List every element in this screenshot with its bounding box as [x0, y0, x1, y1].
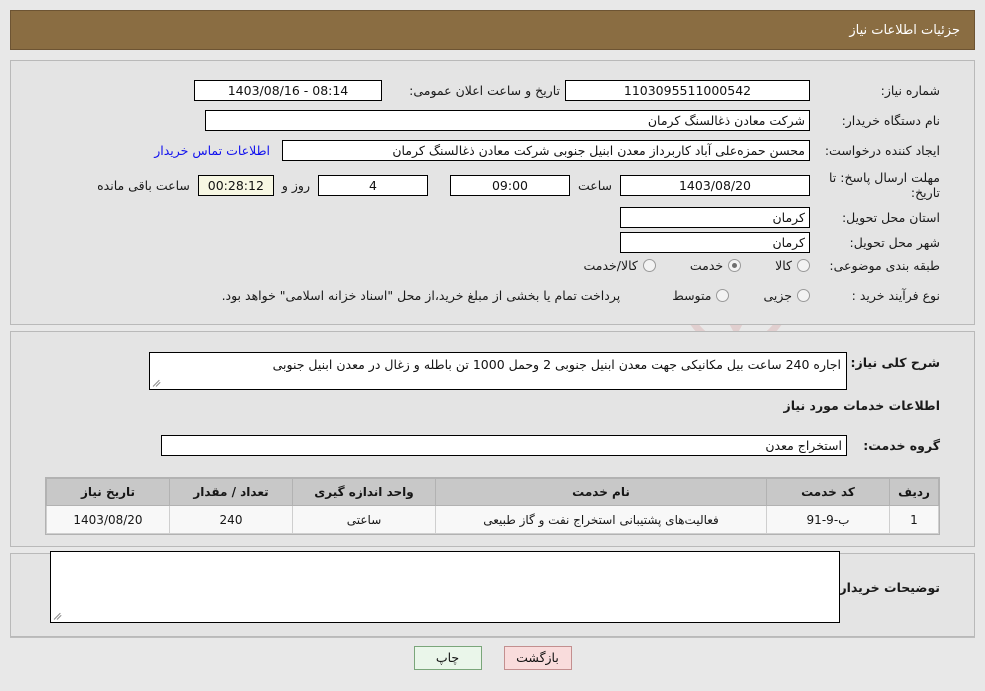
process-option-label: متوسط — [672, 288, 712, 303]
process-option-motavaset[interactable]: متوسط — [672, 288, 730, 303]
cell-need-date: 1403/08/20 — [46, 505, 170, 534]
deadline-label: مهلت ارسال پاسخ: تا تاریخ: — [829, 170, 940, 200]
buyer-org-row: نام دستگاه خریدار: شرکت معادن ذغالسنگ کر… — [205, 110, 940, 131]
process-radio-group: جزیی متوسط — [638, 288, 810, 303]
buyer-notes-row: توضیحات خریدار: — [50, 551, 940, 623]
action-buttons: بازگشت چاپ — [0, 646, 985, 670]
services-table-wrapper: ردیف کد خدمت نام خدمت واحد اندازه گیری ت… — [45, 477, 940, 535]
buyer-org-value: شرکت معادن ذغالسنگ کرمان — [205, 110, 810, 131]
service-group-row: گروه خدمت: استخراج معدن — [161, 435, 940, 456]
creator-value: محسن حمزه‌علی آباد کاربرداز معدن ابنیل ج… — [282, 140, 810, 161]
print-button[interactable]: چاپ — [413, 646, 482, 670]
col-code: کد خدمت — [766, 478, 890, 506]
process-option-jozii[interactable]: جزیی — [763, 288, 810, 303]
process-row: نوع فرآیند خرید : جزیی متوسط پرداخت تمام… — [222, 288, 940, 303]
table-row[interactable]: 1 ب-9-91 فعالیت‌های پشتیبانی استخراج نفت… — [46, 505, 939, 534]
province-label: استان محل تحویل: — [841, 210, 940, 225]
countdown-label: ساعت باقی مانده — [97, 177, 190, 193]
category-option-kala-khedmat[interactable]: کالا/خدمت — [583, 258, 656, 273]
need-number-row: شماره نیاز: 1103095511000542 — [565, 80, 940, 101]
resize-grip-icon — [53, 611, 63, 621]
col-name: نام خدمت — [435, 478, 767, 506]
buyer-notes-label: توضیحات خریدار: — [834, 579, 940, 595]
countdown-value: 00:28:12 — [197, 174, 274, 196]
hour-label: ساعت — [577, 177, 612, 193]
cell-name: فعالیت‌های پشتیبانی استخراج نفت و گاز طب… — [435, 505, 767, 534]
col-index: ردیف — [889, 478, 939, 506]
category-option-label: خدمت — [689, 258, 724, 273]
radio-icon-selected — [728, 259, 742, 272]
cell-index: 1 — [889, 505, 939, 534]
province-row: استان محل تحویل: کرمان — [620, 207, 940, 228]
days-remaining-value: 4 — [317, 174, 428, 196]
creator-label: ایجاد کننده درخواست: — [824, 143, 940, 158]
category-label: طبقه بندی موضوعی: — [829, 258, 940, 273]
page-header: جزئیات اطلاعات نیاز — [10, 10, 975, 50]
service-group-label: گروه خدمت: — [863, 438, 940, 453]
process-option-label: جزیی — [763, 288, 792, 303]
radio-icon — [642, 259, 656, 272]
back-button[interactable]: بازگشت — [503, 646, 572, 670]
buyer-notes-textarea[interactable] — [50, 551, 840, 623]
payment-note: پرداخت تمام یا بخشی از مبلغ خرید،از محل … — [221, 288, 621, 303]
description-label: شرح کلی نیاز: — [850, 355, 940, 370]
announce-label: تاریخ و ساعت اعلان عمومی: — [409, 83, 560, 98]
cell-unit: ساعتی — [292, 505, 436, 534]
announce-row: تاریخ و ساعت اعلان عمومی: 1403/08/16 - 0… — [194, 80, 560, 101]
announce-value: 1403/08/16 - 08:14 — [194, 80, 382, 101]
buyer-org-label: نام دستگاه خریدار: — [841, 113, 940, 128]
table-header-row: ردیف کد خدمت نام خدمت واحد اندازه گیری ت… — [46, 478, 939, 506]
city-row: شهر محل تحویل: کرمان — [620, 232, 940, 253]
service-group-value: استخراج معدن — [161, 435, 847, 456]
city-value: کرمان — [620, 232, 810, 253]
cell-code: ب-9-91 — [766, 505, 890, 534]
category-option-khedmat[interactable]: خدمت — [689, 258, 742, 273]
services-section-title: اطلاعات خدمات مورد نیاز — [783, 398, 941, 413]
category-option-kala[interactable]: کالا — [775, 258, 810, 273]
category-radio-group: کالا خدمت کالا/خدمت — [549, 258, 810, 273]
radio-icon — [797, 289, 810, 302]
deadline-hour-value: 09:00 — [449, 174, 570, 196]
footer-divider — [10, 637, 975, 638]
cell-quantity: 240 — [169, 505, 293, 534]
radio-icon — [716, 289, 730, 302]
category-option-label: کالا — [775, 258, 792, 273]
col-date: تاریخ نیاز — [46, 478, 170, 506]
col-qty: تعداد / مقدار — [169, 478, 293, 506]
need-number-label: شماره نیاز: — [880, 83, 940, 98]
process-label: نوع فرآیند خرید : — [851, 288, 940, 303]
category-option-label: کالا/خدمت — [583, 258, 638, 273]
radio-icon — [797, 259, 810, 272]
resize-grip-icon — [152, 378, 162, 388]
services-table: ردیف کد خدمت نام خدمت واحد اندازه گیری ت… — [46, 478, 939, 534]
description-value: اجاره 240 ساعت بیل مکانیکی جهت معدن ابنی… — [272, 357, 841, 372]
deadline-row: مهلت ارسال پاسخ: تا تاریخ: 1403/08/20 سا… — [97, 170, 940, 200]
buyer-contact-link[interactable]: اطلاعات تماس خریدار — [154, 143, 270, 158]
province-value: کرمان — [620, 207, 810, 228]
col-unit: واحد اندازه گیری — [292, 478, 436, 506]
creator-row: ایجاد کننده درخواست: محسن حمزه‌علی آباد … — [154, 140, 940, 161]
city-label: شهر محل تحویل: — [849, 235, 940, 250]
category-row: طبقه بندی موضوعی: کالا خدمت کالا/خدمت — [549, 258, 940, 273]
days-label: روز و — [281, 177, 310, 193]
description-row: شرح کلی نیاز: اجاره 240 ساعت بیل مکانیکی… — [149, 352, 940, 390]
page-title: جزئیات اطلاعات نیاز — [849, 22, 960, 38]
description-textarea[interactable]: اجاره 240 ساعت بیل مکانیکی جهت معدن ابنی… — [149, 352, 847, 390]
deadline-date-value: 1403/08/20 — [620, 174, 810, 196]
need-number-value: 1103095511000542 — [565, 80, 810, 101]
